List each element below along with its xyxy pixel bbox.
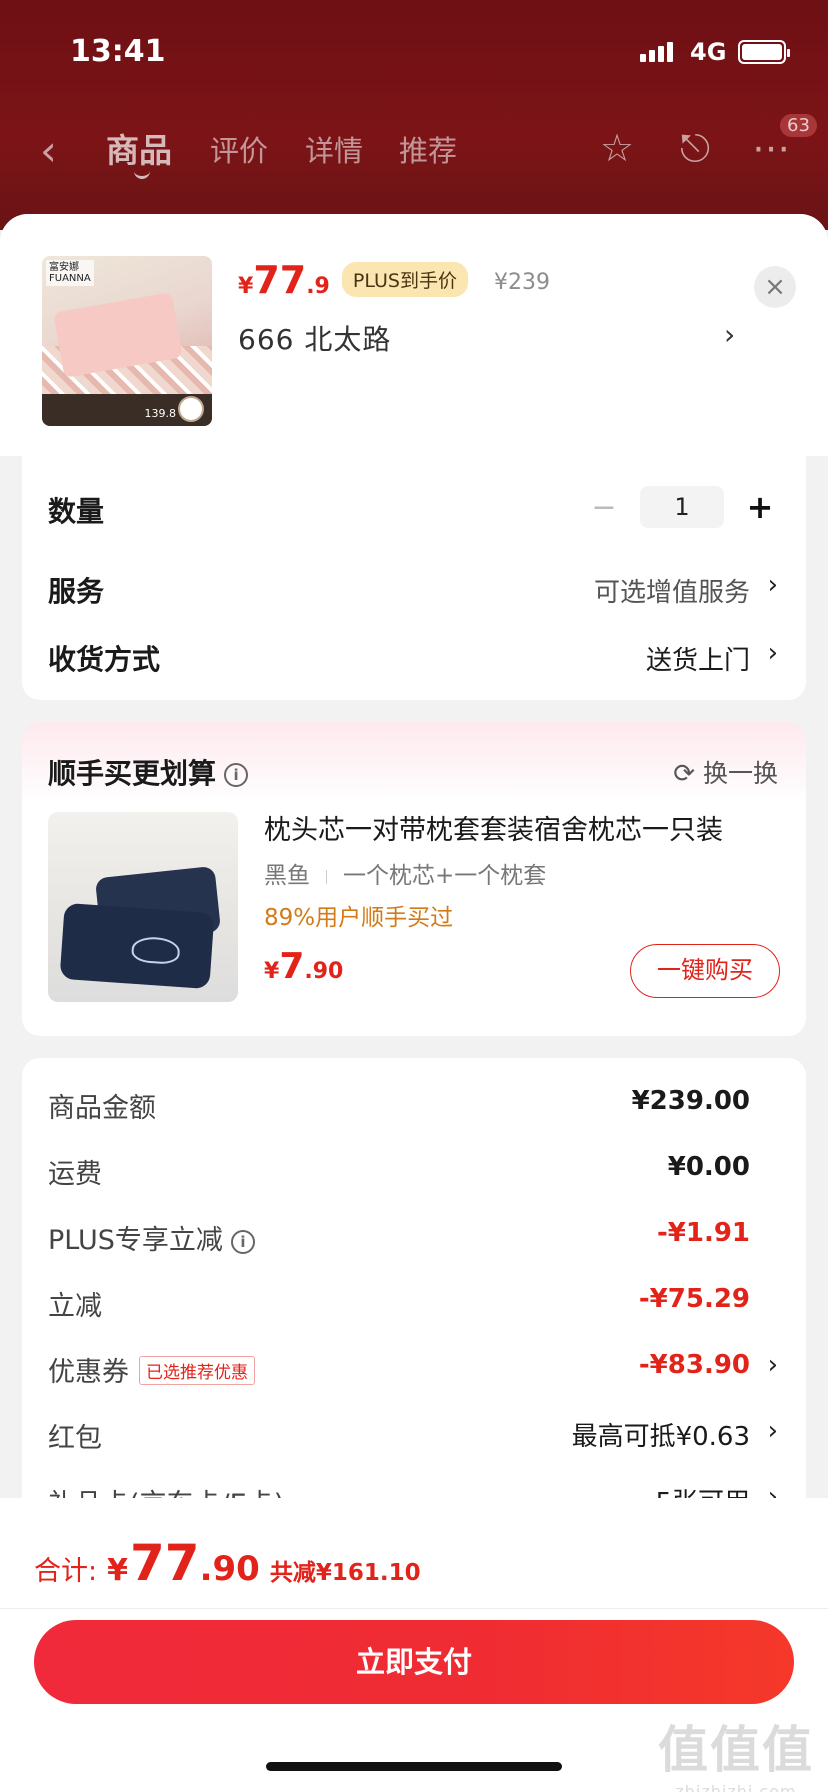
recommend-card: 顺手买更划算 i ⟳ 换一换 枕头芯一对带枕套套装宿舍枕芯一只装 黑鱼 一个枕芯+一个…	[22, 722, 806, 1036]
pay-now-button[interactable]: 立即支付	[34, 1620, 794, 1704]
quantity-label: 数量	[48, 495, 105, 528]
minus-button[interactable]: −	[584, 490, 624, 525]
site-watermark: 值值值 zhizhizhi.com	[658, 1721, 814, 1792]
summary-row-coupon[interactable]: 优惠券 已选推荐优惠 -¥83.90 ›	[48, 1350, 780, 1394]
current-price: ¥77.9	[238, 258, 330, 302]
refresh-icon: ⟳	[673, 759, 695, 789]
signal-icon	[640, 42, 673, 62]
plus-price-tag: PLUS到手价	[341, 262, 468, 297]
seal-icon	[178, 396, 204, 422]
recommend-item-spec: 黑鱼 一个枕芯+一个枕套	[264, 863, 547, 889]
network-type: 4G	[690, 38, 727, 66]
quantity-stepper: − 1 +	[584, 486, 780, 528]
share-icon[interactable]: ⎋	[680, 126, 710, 171]
service-label: 服务	[48, 575, 105, 608]
product-header: 富安娜 FUANNA 139.8 ¥77.9 PLUS到手价 ¥239 666 …	[0, 214, 828, 456]
chevron-right-icon: ›	[767, 570, 778, 600]
recommend-title: 顺手买更划算 i	[48, 752, 249, 792]
quantity-row: 数量 − 1 +	[48, 486, 780, 532]
chevron-right-icon[interactable]: ›	[724, 318, 735, 351]
service-value: 可选增值服务	[593, 578, 750, 608]
recommend-item-price: ¥7.90	[264, 946, 344, 987]
star-icon[interactable]: ☆	[600, 126, 634, 170]
chevron-right-icon: ›	[767, 1350, 778, 1380]
checkout-bar: 合计: ¥ 77 .90 共减¥161.10 立即支付 值值值 zhizhizh…	[0, 1498, 828, 1792]
delivery-label: 收货方式	[48, 643, 161, 676]
info-icon[interactable]: i	[224, 763, 249, 787]
delivery-address[interactable]: 666 北太路	[238, 318, 391, 358]
product-thumbnail[interactable]: 富安娜 FUANNA 139.8	[42, 256, 212, 426]
recommend-buy-rate: 89%用户顺手买过	[264, 905, 454, 931]
original-price: ¥239	[493, 270, 550, 295]
chevron-right-icon: ›	[767, 638, 778, 668]
total-saved: 共减¥161.10	[269, 1560, 421, 1586]
options-card: 数量 − 1 + 服务 可选增值服务 › 收货方式 送货上门 ›	[22, 456, 806, 700]
summary-row-goods: 商品金额 ¥239.00	[48, 1086, 750, 1124]
summary-row-discount: 立减 -¥75.29	[48, 1284, 750, 1322]
thumbnail-price: 139.8	[144, 407, 177, 420]
back-icon[interactable]: ‹	[40, 126, 57, 175]
battery-icon	[738, 40, 790, 64]
total-price: 合计: ¥ 77 .90 共减¥161.10	[34, 1534, 421, 1592]
tab-product[interactable]: 商品	[106, 124, 172, 179]
service-row[interactable]: 服务 可选增值服务 ›	[48, 566, 780, 612]
one-click-buy-button[interactable]: 一键购买	[630, 944, 780, 998]
summary-row-plus: PLUS专享立减 i -¥1.91	[48, 1218, 750, 1256]
delivery-value: 送货上门	[645, 646, 750, 676]
recommend-item-image[interactable]	[48, 812, 238, 1002]
top-nav: ‹ 商品 评价 详情 推荐 ☆ ⎋ ⋯ 63	[0, 110, 828, 190]
status-time: 13:41	[70, 34, 166, 69]
info-icon[interactable]: i	[230, 1229, 255, 1254]
chevron-right-icon: ›	[767, 1416, 778, 1446]
summary-row-redpacket[interactable]: 红包 最高可抵¥0.63 ›	[48, 1416, 780, 1460]
tab-details[interactable]: 详情	[305, 128, 363, 170]
brand-logo: 富安娜 FUANNA	[46, 260, 94, 286]
plus-button[interactable]: +	[740, 488, 780, 526]
tab-reviews[interactable]: 评价	[210, 128, 268, 170]
message-badge: 63	[780, 114, 817, 137]
home-indicator[interactable]	[266, 1762, 562, 1771]
tab-recommend[interactable]: 推荐	[399, 128, 457, 170]
delivery-row[interactable]: 收货方式 送货上门 ›	[48, 634, 780, 680]
price-row: ¥77.9 PLUS到手价 ¥239	[238, 258, 550, 302]
status-bar: 13:41 4G	[0, 0, 828, 100]
summary-row-shipping: 运费 ¥0.00	[48, 1152, 750, 1190]
divider	[0, 1608, 828, 1609]
coupon-tag: 已选推荐优惠	[139, 1356, 255, 1385]
swap-button[interactable]: ⟳ 换一换	[673, 754, 778, 790]
close-button[interactable]: ×	[754, 266, 796, 308]
quantity-input[interactable]: 1	[640, 486, 724, 528]
recommend-item-name[interactable]: 枕头芯一对带枕套套装宿舍枕芯一只装	[264, 808, 784, 847]
